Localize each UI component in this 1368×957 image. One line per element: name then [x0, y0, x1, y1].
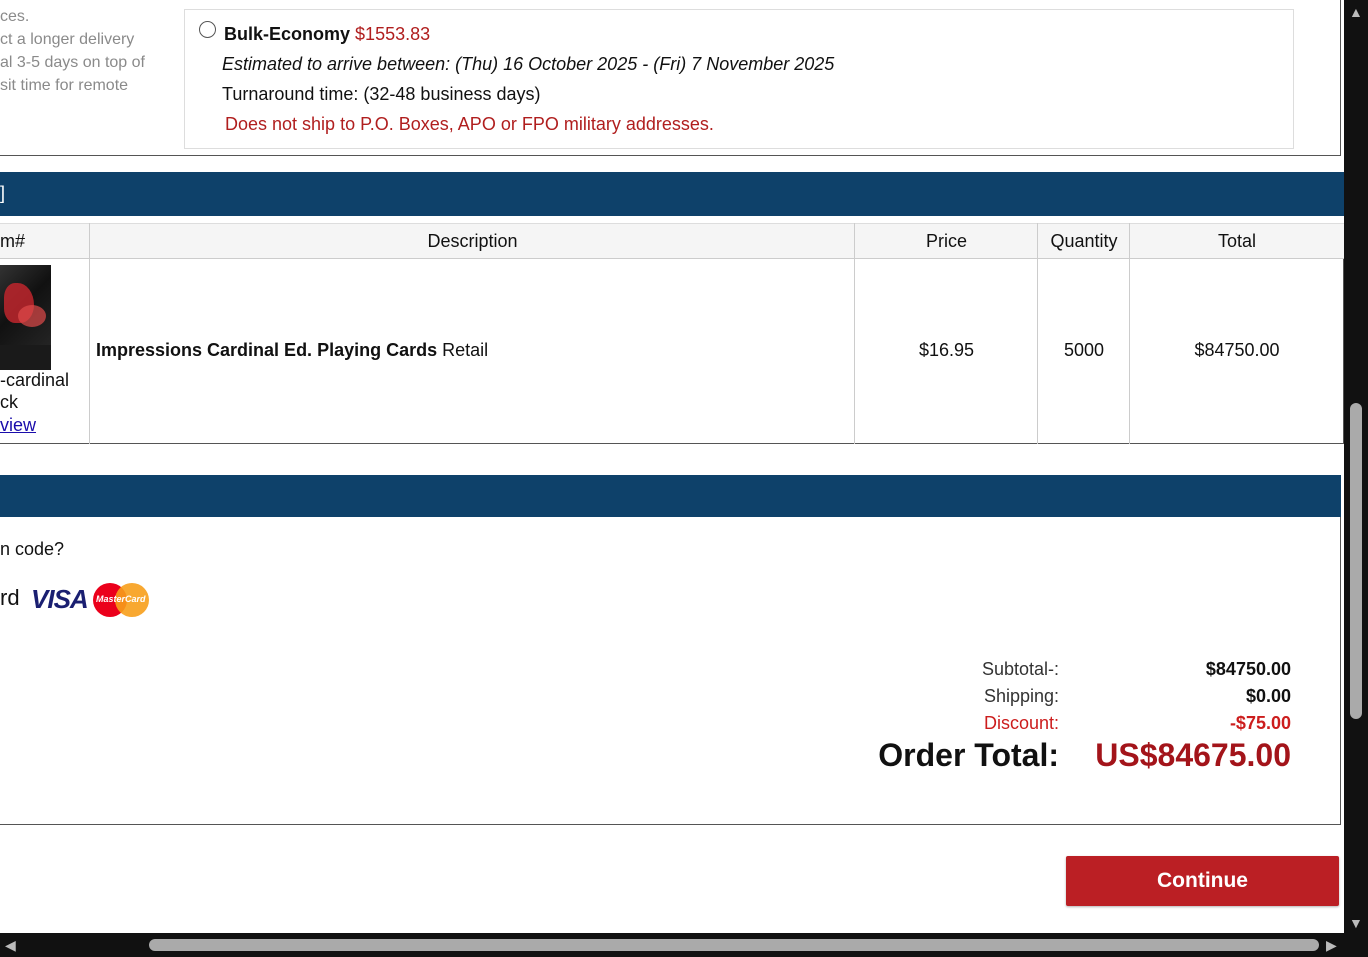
scroll-right-icon[interactable]: ▶ — [1326, 938, 1337, 952]
vertical-scroll-thumb[interactable] — [1350, 403, 1362, 719]
mastercard-icon: MasterCard — [93, 583, 149, 617]
col-header-price: Price — [855, 223, 1038, 259]
scroll-down-icon[interactable]: ▼ — [1349, 916, 1363, 930]
mastercard-text: MasterCard — [96, 594, 146, 604]
column-divider — [89, 223, 90, 444]
product-variant: Retail — [442, 340, 489, 360]
col-header-item: m# — [0, 223, 90, 259]
col-header-description: Description — [90, 223, 855, 259]
subtotal-value: $84750.00 — [1205, 659, 1291, 679]
horizontal-scroll-thumb[interactable] — [149, 939, 1319, 951]
shipping-option-price: $1553.83 — [355, 24, 431, 44]
product-description: Impressions Cardinal Ed. Playing Cards R… — [96, 340, 488, 361]
product-thumbnail[interactable] — [0, 265, 51, 370]
cart-header-bar — [0, 172, 1344, 216]
card-option-label: rd — [0, 585, 20, 610]
product-image-caption: -cardinal — [0, 370, 70, 390]
shipping-option-name: Bulk-Economy — [224, 24, 351, 44]
shipping-eta: Estimated to arrive between: (Thu) 16 Oc… — [222, 54, 835, 74]
order-total-value: US$84675.00 — [1095, 737, 1291, 773]
visa-icon: VISA — [31, 584, 89, 614]
shipping-warning: Does not ship to P.O. Boxes, APO or FPO … — [225, 114, 714, 134]
payment-header-bar — [0, 475, 1341, 517]
column-divider — [1037, 223, 1038, 444]
scroll-left-icon[interactable]: ◀ — [5, 938, 16, 952]
view-link[interactable]: view — [0, 415, 36, 436]
product-price: $16.95 — [918, 340, 975, 360]
column-divider — [854, 223, 855, 444]
product-quantity: 5000 — [1063, 340, 1105, 360]
column-divider — [1129, 223, 1130, 444]
product-total: $84750.00 — [1194, 340, 1280, 360]
product-name: Impressions Cardinal Ed. Playing Cards — [96, 340, 438, 360]
continue-button[interactable]: Continue — [1066, 856, 1339, 906]
shipping-option-radio[interactable] — [199, 21, 216, 38]
shipping-turnaround: Turnaround time: (32-48 business days) — [222, 84, 541, 104]
scroll-up-icon[interactable]: ▲ — [1349, 5, 1363, 19]
col-header-total: Total — [1130, 223, 1344, 259]
col-header-quantity: Quantity — [1038, 223, 1130, 259]
coupon-prompt[interactable]: n code? — [0, 539, 64, 560]
discount-value: -$75.00 — [1229, 713, 1291, 733]
shipping-option-title: Bulk-Economy $1553.83 — [224, 24, 430, 45]
product-image-caption: ck — [0, 392, 18, 412]
shipping-value: $0.00 — [1245, 686, 1291, 706]
cart-header-text: ] — [0, 183, 6, 203]
